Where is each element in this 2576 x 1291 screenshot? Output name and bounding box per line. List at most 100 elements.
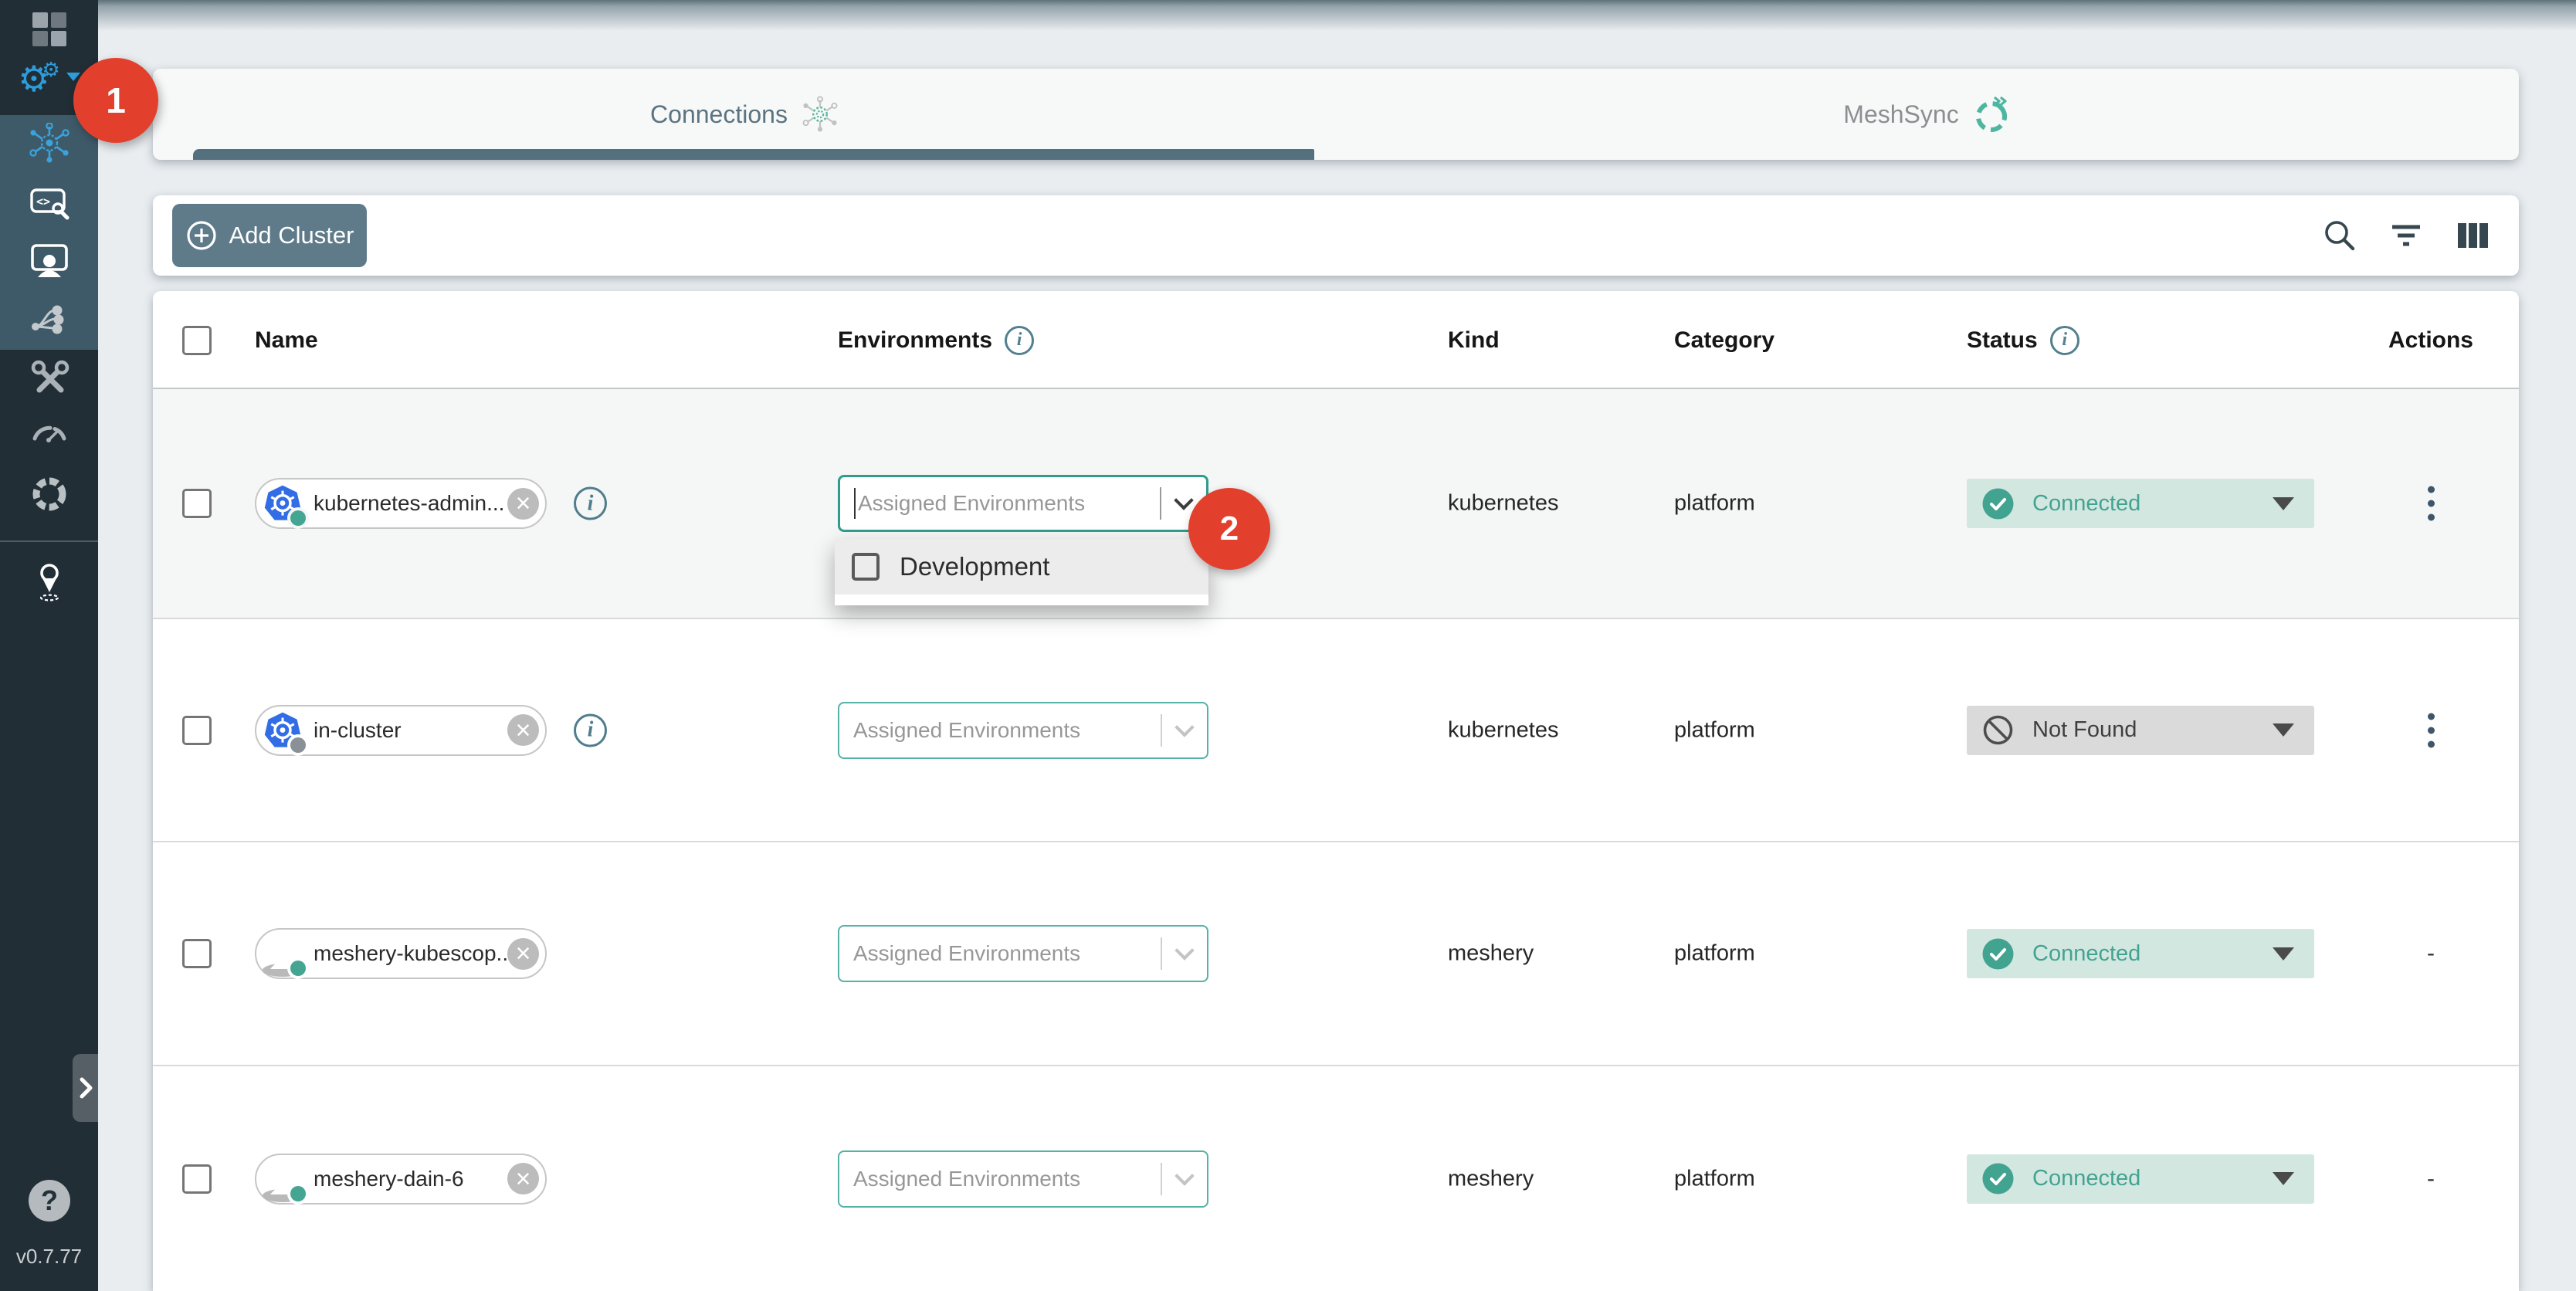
sidebar: ⚙ ⚙ <> bbox=[0, 0, 98, 1291]
table-row: kubernetes-admin... × i Assigned Environ… bbox=[153, 389, 2519, 619]
connected-check-icon bbox=[1982, 1163, 2014, 1194]
status-label: Connected bbox=[2032, 1166, 2140, 1191]
tab-meshsync[interactable]: MeshSync bbox=[1336, 69, 2519, 160]
delete-connection-icon[interactable]: × bbox=[507, 938, 539, 970]
column-header-category[interactable]: Category bbox=[1674, 291, 1774, 389]
connections-table: Name Environments i Kind Category Status… bbox=[153, 291, 2519, 1291]
row-checkbox[interactable] bbox=[182, 939, 212, 968]
sidebar-item-get-started[interactable] bbox=[0, 552, 98, 611]
search-icon[interactable] bbox=[2321, 217, 2358, 254]
kind-value: meshery bbox=[1448, 941, 1534, 967]
status-caret-icon bbox=[2273, 1172, 2294, 1185]
table-row: meshery-kubescop... × Assigned Environme… bbox=[153, 842, 2519, 1066]
connection-status-dot bbox=[290, 737, 306, 753]
status-label: Connected bbox=[2032, 941, 2140, 967]
environments-select[interactable]: Assigned Environments bbox=[838, 702, 1208, 759]
tree-icon bbox=[29, 300, 69, 341]
row-checkbox[interactable] bbox=[182, 716, 212, 745]
kind-value: kubernetes bbox=[1448, 491, 1559, 517]
chevron-right-icon bbox=[78, 1076, 93, 1100]
environments-select[interactable]: Assigned Environments bbox=[838, 475, 1208, 532]
text-cursor bbox=[854, 488, 856, 519]
column-header-environments[interactable]: Environments i bbox=[838, 291, 1034, 389]
connection-status-dot bbox=[290, 510, 306, 526]
delete-connection-icon[interactable]: × bbox=[507, 714, 539, 746]
tab-connections-label: Connections bbox=[650, 100, 788, 129]
column-header-name[interactable]: Name bbox=[255, 291, 318, 389]
filter-icon[interactable] bbox=[2388, 217, 2425, 254]
sidebar-item-workloads[interactable] bbox=[0, 291, 98, 350]
status-info-icon[interactable]: i bbox=[2050, 326, 2079, 355]
environment-option-development[interactable]: Development bbox=[835, 539, 1208, 595]
row-actions-menu[interactable] bbox=[2417, 708, 2446, 752]
select-all-checkbox[interactable] bbox=[182, 326, 212, 355]
status-caret-icon bbox=[2273, 497, 2294, 510]
status-dropdown[interactable]: Connected bbox=[1967, 929, 2314, 978]
not-found-icon bbox=[1982, 714, 2014, 746]
app-version: v0.7.77 bbox=[0, 1245, 98, 1269]
connection-info-icon[interactable]: i bbox=[574, 487, 607, 520]
connection-status-dot bbox=[290, 1186, 306, 1201]
sidebar-item-configuration[interactable] bbox=[0, 349, 98, 408]
column-header-status[interactable]: Status i bbox=[1967, 291, 2079, 389]
connection-info-icon[interactable]: i bbox=[574, 713, 607, 747]
status-dropdown[interactable]: Not Found bbox=[1967, 706, 2314, 755]
option-checkbox[interactable] bbox=[852, 553, 880, 581]
help-button[interactable]: ? bbox=[29, 1180, 70, 1222]
status-caret-icon bbox=[2273, 947, 2294, 961]
annotation-badge-2: 2 bbox=[1188, 488, 1270, 570]
tab-connections[interactable]: Connections bbox=[153, 69, 1336, 160]
add-cluster-button[interactable]: Add Cluster bbox=[172, 204, 367, 267]
toolbar-icons bbox=[2321, 195, 2491, 276]
delete-connection-icon[interactable]: × bbox=[507, 1163, 539, 1194]
category-value: platform bbox=[1674, 1166, 1755, 1191]
location-pin-icon bbox=[29, 560, 69, 603]
main-content: Connections MeshSync bbox=[98, 0, 2576, 1291]
active-tab-indicator bbox=[193, 149, 1314, 160]
select-chevron-icon[interactable] bbox=[1162, 950, 1207, 957]
connection-status-dot bbox=[290, 961, 306, 976]
environments-info-icon[interactable]: i bbox=[1005, 326, 1034, 355]
sidebar-divider bbox=[0, 540, 98, 542]
category-value: platform bbox=[1674, 491, 1755, 517]
status-dropdown[interactable]: Connected bbox=[1967, 479, 2314, 528]
delete-connection-icon[interactable]: × bbox=[507, 488, 539, 520]
status-label: Connected bbox=[2032, 491, 2140, 517]
sidebar-item-adapters[interactable]: <> bbox=[0, 174, 98, 232]
plus-circle-icon bbox=[185, 219, 218, 252]
connection-name-chip[interactable]: meshery-kubescop... × bbox=[255, 928, 547, 979]
environments-placeholder: Assigned Environments bbox=[853, 1167, 1080, 1191]
view-columns-icon[interactable] bbox=[2454, 217, 2491, 254]
connection-name-chip[interactable]: kubernetes-admin... × bbox=[255, 478, 547, 529]
environments-placeholder: Assigned Environments bbox=[853, 718, 1080, 743]
connected-check-icon bbox=[1982, 488, 2014, 520]
column-header-kind[interactable]: Kind bbox=[1448, 291, 1500, 389]
row-actions-empty: - bbox=[2427, 1166, 2435, 1192]
add-cluster-label: Add Cluster bbox=[229, 222, 354, 249]
select-chevron-icon[interactable] bbox=[1162, 727, 1207, 734]
connection-name-chip[interactable]: meshery-dain-6 × bbox=[255, 1154, 547, 1205]
environments-select[interactable]: Assigned Environments bbox=[838, 1150, 1208, 1208]
status-dropdown[interactable]: Connected bbox=[1967, 1154, 2314, 1204]
connection-name-chip[interactable]: in-cluster × bbox=[255, 705, 547, 756]
connection-name: kubernetes-admin... bbox=[314, 491, 507, 516]
sidebar-expand-button[interactable] bbox=[73, 1054, 98, 1122]
status-caret-icon bbox=[2273, 723, 2294, 737]
connections-icon bbox=[29, 123, 69, 163]
environments-select[interactable]: Assigned Environments bbox=[838, 925, 1208, 982]
kind-value: kubernetes bbox=[1448, 717, 1559, 743]
sidebar-item-performance[interactable] bbox=[0, 402, 98, 460]
row-checkbox[interactable] bbox=[182, 489, 212, 518]
environments-placeholder: Assigned Environments bbox=[853, 941, 1080, 966]
tab-bar: Connections MeshSync bbox=[153, 69, 2519, 160]
table-toolbar: Add Cluster bbox=[153, 195, 2519, 276]
connections-tab-icon bbox=[802, 96, 839, 133]
sidebar-item-remote-session[interactable] bbox=[0, 232, 98, 290]
select-chevron-icon[interactable] bbox=[1162, 1175, 1207, 1183]
gauge-icon bbox=[29, 412, 70, 449]
row-checkbox[interactable] bbox=[182, 1164, 212, 1194]
row-actions-menu[interactable] bbox=[2417, 482, 2446, 526]
category-value: platform bbox=[1674, 717, 1755, 743]
sidebar-item-extensions[interactable] bbox=[0, 465, 98, 524]
dashboard-icon bbox=[32, 12, 66, 46]
